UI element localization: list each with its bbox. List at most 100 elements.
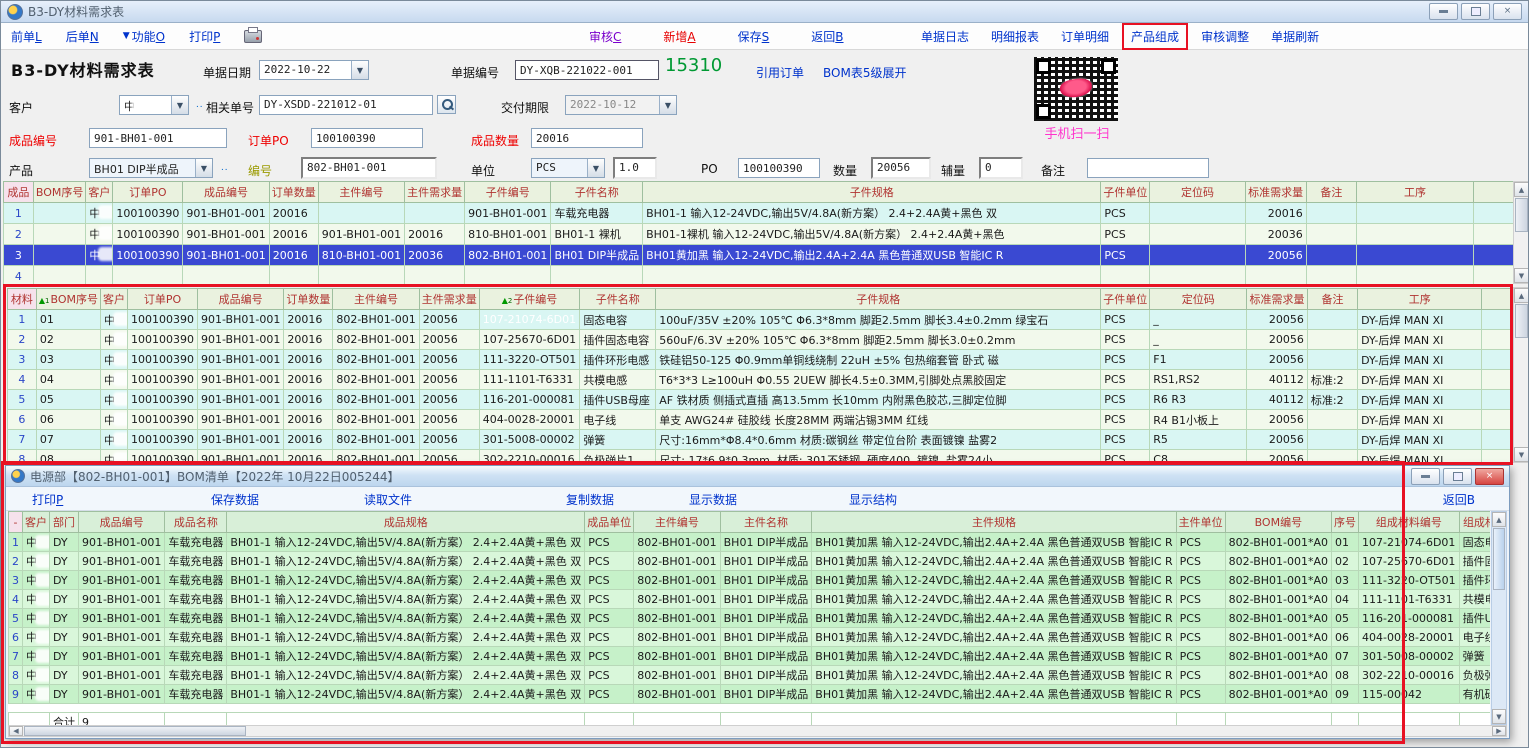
cell[interactable]: BH01 DIP半成品 [720,628,812,647]
cell[interactable]: 中 [100,310,127,330]
cell[interactable]: 20016 [269,245,318,266]
cell[interactable]: 100100390 [113,245,183,266]
cell[interactable]: 03 [1332,571,1359,590]
cell[interactable]: PCS [1101,203,1150,224]
aux-qty-field[interactable]: 0 [979,157,1023,179]
column-header[interactable]: 主件名称 [720,512,812,533]
cell[interactable]: BH01 DIP半成品 [551,245,643,266]
cell[interactable]: 40112 [1247,370,1308,390]
cell[interactable]: 固态电容 [1459,533,1490,552]
cell[interactable]: 802-BH01-001*A0 [1225,666,1331,685]
cell[interactable]: 车载充电器 [165,609,227,628]
cell[interactable] [183,266,269,285]
column-header[interactable]: 子件名称 [551,182,643,203]
cell[interactable]: DY-后焊 MAN XI [1358,370,1482,390]
cell[interactable] [1101,266,1150,285]
cell[interactable]: 8 [9,666,23,685]
cell[interactable]: 802-BH01-001 [634,533,720,552]
cell[interactable]: RS1,RS2 [1150,370,1247,390]
cell[interactable]: 20016 [269,203,318,224]
cell[interactable]: PCS [1101,430,1150,450]
cell[interactable] [1357,203,1474,224]
cell[interactable]: 802-BH01-001 [333,330,419,350]
cell[interactable]: 901-BH01-001 [183,245,269,266]
column-header[interactable]: 材料 [8,289,37,310]
cell[interactable] [1482,370,1511,390]
cell[interactable]: 20036 [405,245,465,266]
cell[interactable]: 尺寸:16mm*Φ8.4*0.6mm 材质:碳钢丝 带定位台阶 表面镀镍 盐雾2 [656,430,1101,450]
cell[interactable]: 4 [8,370,37,390]
search-icon[interactable] [437,95,456,114]
cell[interactable]: 20016 [284,430,333,450]
cell[interactable]: 中 [86,203,113,224]
cell[interactable]: 20016 [269,224,318,245]
product-table-scrollbar[interactable]: ▲ ▼ [1513,181,1529,284]
cell[interactable]: 2 [9,552,23,571]
cell[interactable]: 车载充电器 [551,203,643,224]
cell[interactable]: 802-BH01-001 [465,245,551,266]
printer-icon[interactable] [244,30,262,43]
cell[interactable] [465,266,551,285]
cell[interactable]: 802-BH01-001 [333,450,419,463]
cell[interactable]: 802-BH01-001 [333,370,419,390]
chevron-down-icon[interactable]: ▼ [171,96,188,114]
cell[interactable]: BH01 DIP半成品 [720,666,812,685]
cell[interactable]: 20016 [284,370,333,390]
column-header[interactable]: 主件编号 [333,289,419,310]
cell[interactable]: 802-BH01-001*A0 [1225,628,1331,647]
toolbar-item[interactable]: 新增A [663,28,695,45]
cell[interactable]: 901-BH01-001 [79,609,165,628]
cell[interactable] [1150,203,1245,224]
cell[interactable]: 有机硅胶 [1459,685,1490,704]
cell[interactable]: 04 [36,370,100,390]
column-header[interactable]: 备注 [1306,182,1356,203]
cell[interactable]: PCS [1101,410,1150,430]
toolbar-item[interactable]: 明细报表 [991,28,1039,45]
cell[interactable]: 20056 [1247,410,1308,430]
cell[interactable]: BH01-1 输入12-24VDC,输出5V/4.8A(新方案） 2.4+2.4… [227,647,585,666]
cell[interactable]: 8 [8,450,37,463]
cell[interactable]: 中 [100,370,127,390]
cell[interactable]: 20016 [1245,203,1306,224]
column-header[interactable]: 子件名称 [580,289,656,310]
cell[interactable]: 116-201-000081 [479,390,580,410]
cell[interactable]: DY [50,647,79,666]
column-header[interactable]: ▲1BOM序号 [36,289,100,310]
cell[interactable]: 802-BH01-001 [333,410,419,430]
cell[interactable]: BH01 DIP半成品 [720,685,812,704]
cell[interactable] [1482,390,1511,410]
toolbar-item[interactable]: ▼功能O [123,28,165,45]
scrollbar-thumb[interactable] [1515,304,1528,338]
cell[interactable] [1150,245,1245,266]
cell[interactable]: 05 [1332,609,1359,628]
cell[interactable]: 901-BH01-001 [183,203,269,224]
cell[interactable]: 802-BH01-001*A0 [1225,685,1331,704]
cell[interactable]: BH01-1 输入12-24VDC,输出5V/4.8A(新方案） 2.4+2.4… [227,552,585,571]
cell[interactable]: 100100390 [127,410,197,430]
calendar-dropdown-icon[interactable]: ▼ [659,96,676,114]
cell[interactable]: PCS [1176,609,1225,628]
cell[interactable]: 901-BH01-001 [197,450,283,463]
cell[interactable]: DY [50,685,79,704]
toolbar-item[interactable]: 单据日志 [921,28,969,45]
cell[interactable]: DY-后焊 MAN XI [1358,390,1482,410]
column-header[interactable]: 部门 [50,512,79,533]
cell[interactable]: 尺寸: 17*6.9*0.3mm, 材质: 301不锈钢, 硬度400, 镀镍,… [656,450,1101,463]
scroll-down-icon[interactable]: ▼ [1514,447,1529,462]
cell[interactable]: DY-后焊 MAN XI [1358,410,1482,430]
cell[interactable]: 固态电容 [580,310,656,330]
cell[interactable] [1482,330,1511,350]
scroll-left-icon[interactable]: ◀ [9,726,23,736]
cell[interactable]: _ [1150,330,1247,350]
cell[interactable]: PCS [1176,647,1225,666]
cell[interactable] [1150,266,1245,285]
cell[interactable]: 901-BH01-001 [79,685,165,704]
customer-browse-button[interactable]: .. [190,95,205,113]
cell[interactable]: BH01 DIP半成品 [720,533,812,552]
cell[interactable]: 810-BH01-001 [465,224,551,245]
cell[interactable]: 插件USB母座 [1459,609,1490,628]
column-header[interactable]: 订单PO [113,182,183,203]
cell[interactable]: 802-BH01-001 [634,666,720,685]
cell[interactable] [318,203,404,224]
cell[interactable]: R4 B1小板上 [1150,410,1247,430]
